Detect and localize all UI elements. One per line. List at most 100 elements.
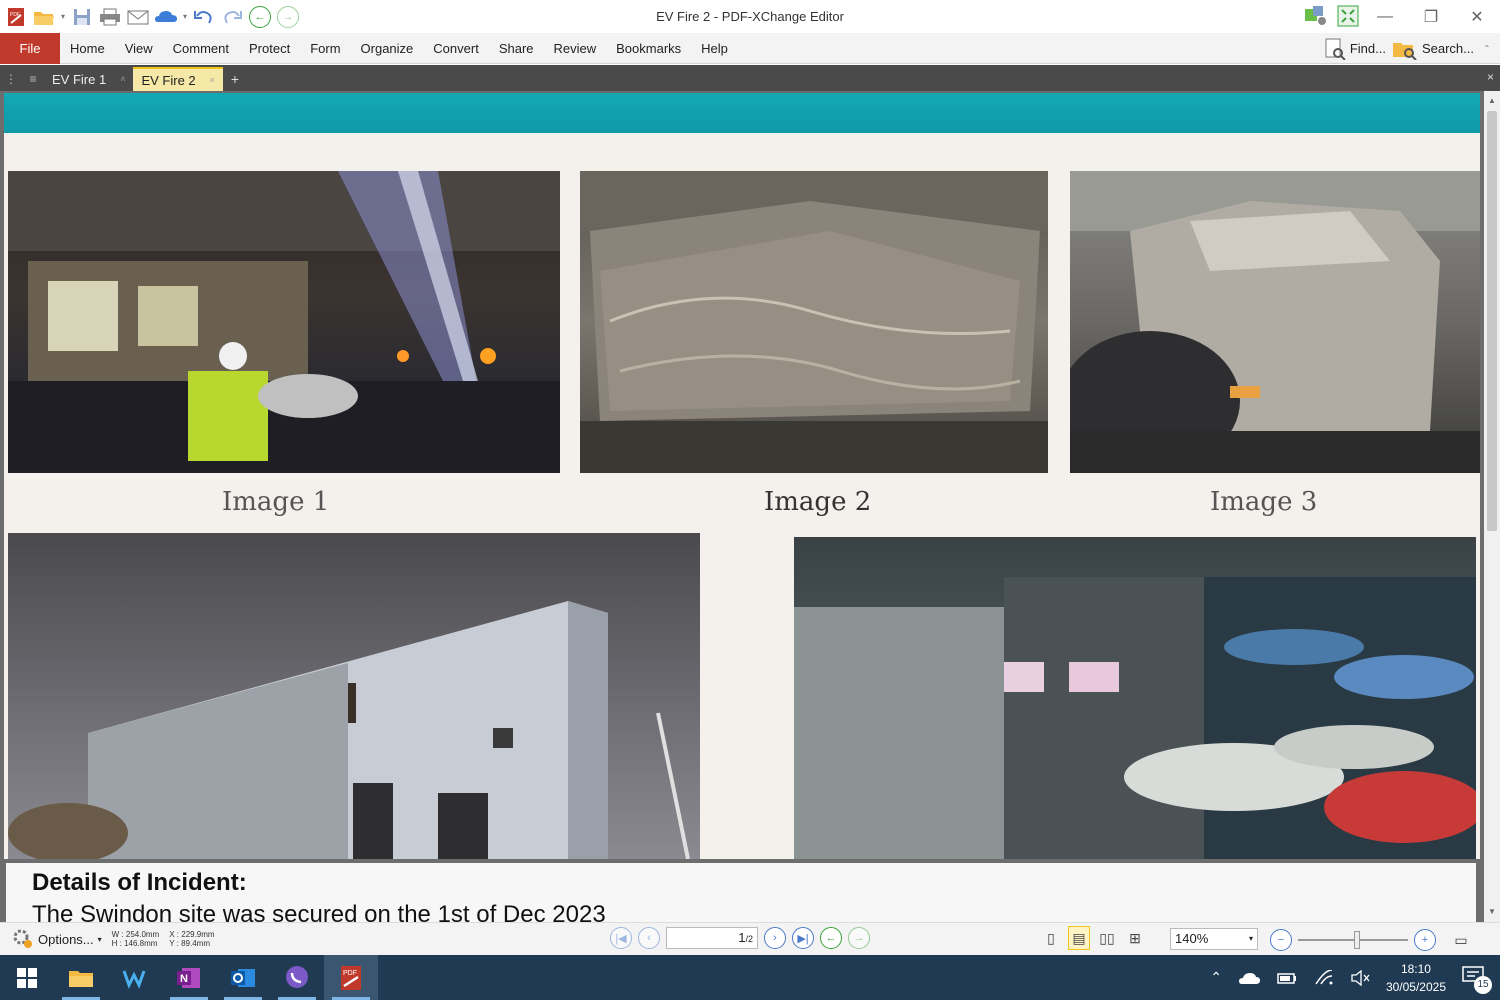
new-tab-icon[interactable]: + xyxy=(223,67,247,91)
photo-image-4 xyxy=(8,533,700,859)
title-right-tools xyxy=(1304,4,1360,28)
scroll-down-icon[interactable]: ▼ xyxy=(1484,904,1500,920)
zoom-track[interactable] xyxy=(1298,931,1408,949)
zoom-in-icon[interactable]: + xyxy=(1414,929,1436,951)
start-button[interactable] xyxy=(0,955,54,1000)
close-icon[interactable]: ✕ xyxy=(1454,0,1500,33)
page-layout-tools: ▯ ▤ ▯▯ ⊞ xyxy=(1040,926,1146,950)
system-clock[interactable]: 18:10 30/05/2025 xyxy=(1386,960,1446,996)
onenote-app[interactable]: N xyxy=(162,955,216,1000)
back-view-icon[interactable]: ← xyxy=(820,927,842,949)
photo-image-2 xyxy=(580,171,1048,473)
clock-time: 18:10 xyxy=(1400,961,1431,976)
search-folder-icon xyxy=(1392,42,1417,60)
tab-close-icon[interactable]: × xyxy=(210,75,215,85)
zoom-knob[interactable] xyxy=(1354,931,1360,949)
menu-convert[interactable]: Convert xyxy=(423,33,489,64)
outlook-icon xyxy=(231,968,255,987)
pdf-page-2: Details of Incident: The Swindon site wa… xyxy=(6,863,1476,922)
menu-form[interactable]: Form xyxy=(300,33,350,64)
fit-width-icon[interactable]: ▭ xyxy=(1450,928,1472,952)
menu-help[interactable]: Help xyxy=(691,33,738,64)
cloud-upload-icon[interactable] xyxy=(154,5,178,29)
pdf-xchange-app[interactable]: PDF xyxy=(324,955,378,1000)
scroll-up-icon[interactable]: ▲ xyxy=(1484,93,1500,109)
ui-options-icon[interactable] xyxy=(1304,4,1328,28)
dropdown-arrow-icon[interactable]: ▾ xyxy=(60,12,66,21)
menu-comment[interactable]: Comment xyxy=(163,33,239,64)
scrollbar-thumb[interactable] xyxy=(1487,111,1497,531)
first-page-icon[interactable]: |◀ xyxy=(610,927,632,949)
open-folder-icon[interactable] xyxy=(32,5,56,29)
dropdown-arrow-icon[interactable]: ▾ xyxy=(182,12,188,21)
photo-image-3 xyxy=(1070,171,1480,473)
menu-view[interactable]: View xyxy=(115,33,163,64)
whiteboard-icon xyxy=(122,969,146,989)
single-page-icon[interactable]: ▯ xyxy=(1040,926,1062,950)
options-button[interactable]: Options... ▾ xyxy=(0,928,102,950)
redo-icon[interactable] xyxy=(220,5,244,29)
tab-list-icon[interactable]: ≡ xyxy=(22,67,44,91)
previous-page-icon[interactable]: ‹ xyxy=(638,927,660,949)
tab-scroll-icon[interactable]: ⋮ xyxy=(0,67,22,91)
email-icon[interactable] xyxy=(126,5,150,29)
menu-organize[interactable]: Organize xyxy=(351,33,424,64)
page-dimensions: W : 254.0mm H : 146.8mm xyxy=(112,930,160,948)
menu-protect[interactable]: Protect xyxy=(239,33,300,64)
find-button[interactable]: Find... xyxy=(1324,38,1386,60)
page-number-input[interactable]: 1/2 xyxy=(666,927,758,949)
previous-view-icon[interactable]: ← xyxy=(248,5,272,29)
file-menu[interactable]: File xyxy=(0,32,60,64)
battery-icon[interactable] xyxy=(1276,970,1298,986)
undo-icon[interactable] xyxy=(192,5,216,29)
svg-text:N: N xyxy=(180,973,188,985)
gear-icon xyxy=(13,929,32,948)
notification-center-icon[interactable]: 15 xyxy=(1462,965,1492,994)
outlook-app[interactable] xyxy=(216,955,270,1000)
minimize-icon[interactable]: — xyxy=(1362,0,1408,33)
onedrive-cloud-icon[interactable] xyxy=(1238,970,1260,986)
tab-ev-fire-2[interactable]: EV Fire 2 × xyxy=(133,67,223,91)
zoom-select[interactable]: 140% ▾ xyxy=(1170,928,1258,950)
speaker-muted-icon[interactable] xyxy=(1350,969,1370,986)
document-tab-strip: ⋮ ≡ EV Fire 1 ˄ EV Fire 2 × + × xyxy=(0,65,1500,91)
page-height: H : 146.8mm xyxy=(111,939,158,948)
vertical-scrollbar[interactable]: ▲ ▼ xyxy=(1484,91,1500,922)
photo-image-1 xyxy=(8,171,560,473)
print-icon[interactable] xyxy=(98,5,122,29)
tab-close-icon[interactable]: ˄ xyxy=(120,74,125,84)
file-explorer-app[interactable] xyxy=(54,955,108,1000)
notification-count: 15 xyxy=(1474,976,1492,994)
continuous-page-icon[interactable]: ▤ xyxy=(1068,926,1090,950)
facing-pages-icon[interactable]: ▯▯ xyxy=(1096,926,1118,950)
continuous-facing-icon[interactable]: ⊞ xyxy=(1124,926,1146,950)
search-button[interactable]: Search... xyxy=(1392,38,1474,60)
window-controls: — ❐ ✕ xyxy=(1362,0,1500,33)
save-icon[interactable] xyxy=(70,5,94,29)
tab-ev-fire-1[interactable]: EV Fire 1 ˄ xyxy=(44,67,133,91)
menu-review[interactable]: Review xyxy=(544,33,607,64)
last-page-icon[interactable]: ▶| xyxy=(792,927,814,949)
close-all-tabs-icon[interactable]: × xyxy=(1487,70,1494,84)
forward-view-icon[interactable]: → xyxy=(848,927,870,949)
zoom-out-icon[interactable]: − xyxy=(1270,929,1292,951)
ribbon-collapse-icon[interactable]: ⌃ xyxy=(1480,44,1494,53)
wifi-icon[interactable] xyxy=(1314,969,1334,986)
document-view[interactable]: Image 1 Image 2 Image 3 Details of Incid… xyxy=(0,91,1484,922)
cursor-y: Y : 89.4mm xyxy=(169,939,210,948)
details-text: The Swindon site was secured on the 1st … xyxy=(32,901,606,922)
next-view-icon[interactable]: → xyxy=(276,5,300,29)
menu-share[interactable]: Share xyxy=(489,33,544,64)
menu-home[interactable]: Home xyxy=(60,33,115,64)
viber-app[interactable] xyxy=(270,955,324,1000)
options-label: Options... xyxy=(38,931,94,947)
onenote-icon: N xyxy=(177,967,200,988)
restore-icon[interactable]: ❐ xyxy=(1408,0,1454,33)
whiteboard-app[interactable] xyxy=(108,955,162,1000)
fullscreen-icon[interactable] xyxy=(1336,4,1360,28)
cursor-x: X : 229.9mm xyxy=(169,930,215,939)
app-logo-icon: PDF xyxy=(4,5,28,29)
next-page-icon[interactable]: › xyxy=(764,927,786,949)
menu-bookmarks[interactable]: Bookmarks xyxy=(606,33,691,64)
chevron-up-icon[interactable]: ⌃ xyxy=(1210,969,1222,986)
